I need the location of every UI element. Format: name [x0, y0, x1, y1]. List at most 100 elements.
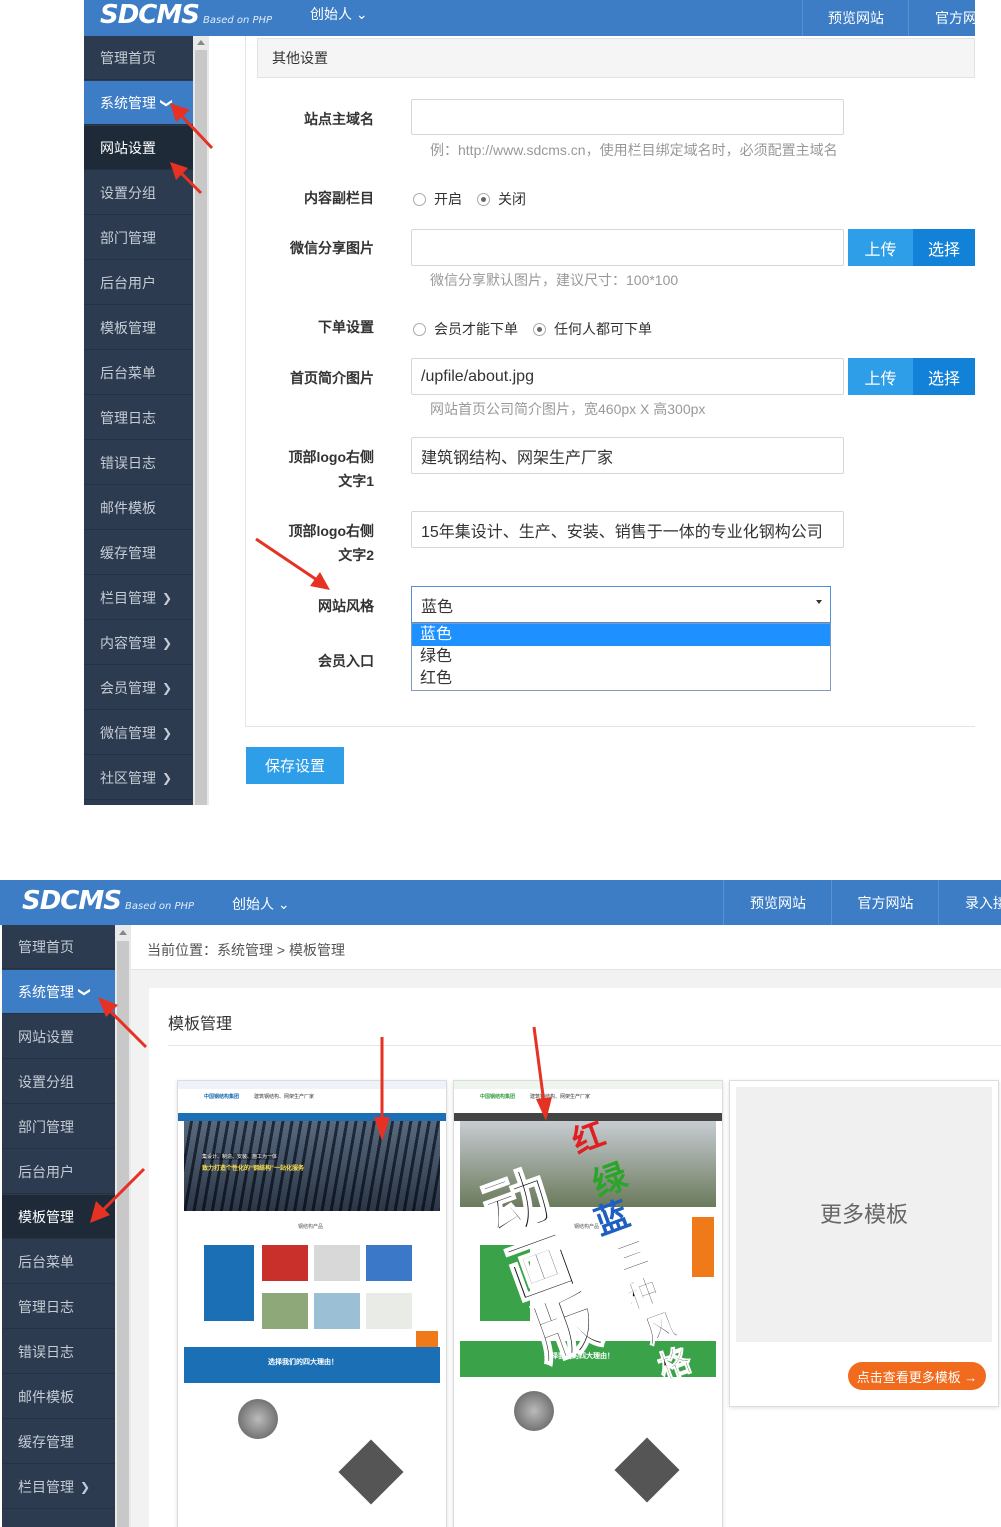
wx-share-image-input[interactable] [411, 229, 844, 266]
sidebar-item[interactable]: 后台菜单 [2, 1240, 115, 1284]
sidebar-item-label: 模板管理 [100, 319, 156, 336]
sidebar-item[interactable]: 栏目管理 ❯ [2, 1465, 115, 1509]
sidebar-item[interactable]: 内容管理 ❯ [84, 621, 193, 665]
sidebar-item[interactable]: 系统管理 ❯ [84, 81, 193, 125]
template-card-blue[interactable]: 中国钢结构集团 建筑钢结构、网架生产厂家 集设计、制造、安装、施工为一体 致力打… [177, 1080, 447, 1527]
subcolumn-label: 内容副栏目 [304, 190, 374, 206]
sidebar-item[interactable]: 后台用户 [84, 261, 193, 305]
sidebar-item[interactable]: 网站设置 [84, 126, 193, 170]
scroll-up-icon[interactable] [197, 40, 205, 45]
logo-text2-label: 顶部logo右侧 文字2 [288, 523, 374, 563]
tpl-feature-img [614, 1437, 680, 1503]
tpl-banner-text2: 致力打造个性化的“钢结构”一站化服务 [202, 1166, 305, 1172]
tpl-topbar [454, 1081, 722, 1089]
more-templates-card[interactable]: 更多模板 点击查看更多模板 → [729, 1080, 999, 1407]
about-choose-button[interactable]: 选择 [913, 358, 975, 395]
top-bar: SDCMS Based on PHP 创始人 ⌄ 预览网站 官方网站 录入接 [0, 880, 1001, 925]
chevron-right-icon: ❯ [162, 680, 173, 695]
sidebar-item-label: 部门管理 [18, 1118, 74, 1135]
sidebar-item-label: 缓存管理 [18, 1433, 74, 1450]
sidebar-item[interactable]: 管理日志 [84, 396, 193, 440]
preview-site-link[interactable]: 预览网站 [723, 880, 832, 925]
domain-input[interactable] [411, 99, 844, 135]
sidebar-item[interactable]: 缓存管理 [84, 531, 193, 575]
tpl-product-thumb [262, 1245, 308, 1281]
official-site-link[interactable]: 官方网 [908, 0, 975, 36]
radio-checked-icon [533, 322, 546, 336]
style-option-blue[interactable]: 蓝色 [412, 624, 830, 646]
view-more-templates-button[interactable]: 点击查看更多模板 → [848, 1362, 986, 1390]
logo-text2-input[interactable]: 15年集设计、生产、安装、销售于一体的专业化钢构公司 [411, 511, 844, 548]
sidebar-item[interactable]: 模板管理 [2, 1195, 115, 1239]
site-style-label: 网站风格 [318, 598, 374, 614]
sidebar-item[interactable]: 后台用户 [2, 1150, 115, 1194]
sidebar-item-label: 模板管理 [18, 1208, 74, 1225]
tpl-topbar [178, 1081, 446, 1089]
sidebar-scrollbar[interactable] [115, 925, 131, 1527]
sidebar-item[interactable]: 设置分组 [2, 1060, 115, 1104]
founder-menu[interactable]: 创始人 ⌄ [310, 4, 368, 24]
sidebar-item[interactable]: 会员管理 ❯ [84, 666, 193, 710]
tpl-banner-text1: 集设计、制造、安装、施工为一体 [202, 1153, 278, 1160]
chevron-right-icon: ❯ [162, 590, 173, 605]
domain-hint: 例：http://www.sdcms.cn，使用栏目绑定域名时，必须配置主域名 [430, 142, 838, 158]
tpl-product-thumb [366, 1293, 412, 1329]
wx-upload-button[interactable]: 上传 [848, 229, 913, 266]
order-members-radio[interactable]: 会员才能下单 [413, 319, 518, 339]
sidebar-item[interactable]: 部门管理 [2, 1105, 115, 1149]
style-option-red[interactable]: 红色 [412, 668, 830, 690]
sidebar-item-label: 缓存管理 [100, 544, 156, 561]
chevron-down-icon: ⌄ [355, 6, 368, 22]
logo-text1-input[interactable]: 建筑钢结构、网架生产厂家 [411, 437, 844, 474]
template-card-green[interactable]: 中国钢结构集团 建筑钢结构、网架生产厂家 钢结构产品 选择我们的四大理由！ 动 … [453, 1080, 723, 1527]
sidebar-item[interactable]: 管理首页 [2, 925, 115, 969]
sidebar-item[interactable]: 模板管理 [84, 306, 193, 350]
style-option-green[interactable]: 绿色 [412, 646, 830, 668]
wx-choose-button[interactable]: 选择 [913, 229, 975, 266]
sidebar-item-label: 系统管理 [100, 94, 156, 111]
sidebar-item[interactable]: 管理日志 [2, 1285, 115, 1329]
about-upload-button[interactable]: 上传 [848, 358, 913, 395]
sidebar-item[interactable]: 后台菜单 [84, 351, 193, 395]
sidebar-item[interactable]: 系统管理 ❯ [2, 970, 115, 1014]
sidebar-item[interactable]: 邮件模板 [2, 1375, 115, 1419]
save-settings-button[interactable]: 保存设置 [246, 747, 344, 784]
founder-menu[interactable]: 创始人 ⌄ [232, 894, 290, 914]
tpl-feature-img [238, 1399, 278, 1439]
chevron-down-icon: ❯ [160, 97, 175, 108]
chevron-down-icon: ❯ [78, 986, 93, 997]
about-image-label: 首页简介图片 [290, 370, 374, 386]
sidebar-item-label: 后台菜单 [100, 364, 156, 381]
official-site-link[interactable]: 官方网站 [831, 880, 939, 925]
entry-link[interactable]: 录入接 [938, 880, 1001, 925]
sidebar-item[interactable]: 管理首页 [84, 36, 193, 80]
tpl-slogan: 建筑钢结构、网架生产厂家 [254, 1094, 315, 1100]
sidebar-item[interactable]: 错误日志 [2, 1330, 115, 1374]
sidebar-scrollbar[interactable] [193, 36, 209, 805]
about-image-input[interactable]: /upfile/about.jpg [411, 358, 844, 395]
subcolumn-on-radio[interactable]: 开启 [413, 189, 462, 209]
sidebar-item[interactable]: 部门管理 [84, 216, 193, 260]
sidebar-item-label: 系统管理 [18, 983, 74, 1000]
subcolumn-off-radio[interactable]: 关闭 [477, 189, 526, 209]
preview-site-link[interactable]: 预览网站 [802, 0, 909, 36]
chevron-right-icon: ❯ [162, 770, 173, 785]
scroll-up-icon[interactable] [119, 930, 127, 935]
sidebar-item[interactable]: 栏目管理 ❯ [84, 576, 193, 620]
sidebar-item[interactable]: 微信管理 ❯ [84, 711, 193, 755]
sidebar-item[interactable]: 设置分组 [84, 171, 193, 215]
sidebar-item-label: 栏目管理 [100, 589, 156, 606]
settings-screenshot: SDCMS Based on PHP 创始人 ⌄ 预览网站 官方网 管理首页 系统管… [84, 0, 975, 805]
sidebar-item[interactable]: 邮件模板 [84, 486, 193, 530]
sidebar-item-label: 管理日志 [100, 409, 156, 426]
tpl-qr-code [692, 1217, 714, 1277]
site-style-select[interactable]: 蓝色 [411, 586, 831, 623]
sidebar-item[interactable]: 缓存管理 [2, 1420, 115, 1464]
more-templates-title: 更多模板 [819, 1202, 908, 1227]
sidebar-item[interactable]: 错误日志 [84, 441, 193, 485]
radio-checked-icon [477, 192, 490, 206]
tpl-product-thumb [314, 1293, 360, 1329]
order-anyone-radio[interactable]: 任何人都可下单 [533, 319, 652, 339]
sidebar-item[interactable]: 网站设置 [2, 1015, 115, 1059]
sidebar-item[interactable]: 社区管理 ❯ [84, 756, 193, 800]
